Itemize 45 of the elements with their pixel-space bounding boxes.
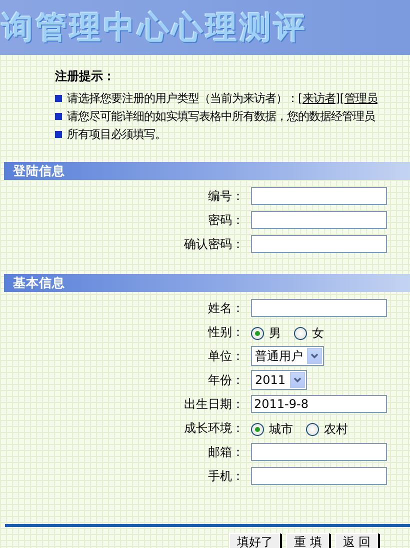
dropdown[interactable]: 2011 (251, 370, 307, 390)
field-label: 姓名： (207, 300, 245, 316)
radio-label: 男 (269, 325, 281, 342)
field-label: 确认密码： (183, 236, 245, 252)
radio-button[interactable] (306, 423, 319, 436)
text-field[interactable] (251, 211, 387, 229)
tip-text: 请选择您要注册的用户类型（当前为来访者）：[来访者][管理员 (67, 91, 378, 106)
text-field[interactable]: 2011-9-8 (251, 395, 387, 413)
banner-title: 询管理中心心理测评 (0, 8, 308, 48)
form-button[interactable]: 重 填 (286, 533, 330, 548)
form-button[interactable]: 返 回 (334, 533, 379, 548)
chevron-down-icon (290, 372, 305, 388)
section-header: 基本信息 (4, 274, 410, 292)
chevron-down-icon (307, 348, 322, 364)
text-field[interactable] (251, 443, 387, 461)
tip-text: 所有项目必须填写。 (67, 127, 166, 142)
link[interactable]: 来访者 (302, 91, 336, 105)
field-label: 出生日期： (183, 396, 245, 412)
radio-label: 农村 (324, 421, 348, 438)
field-label: 年份： (207, 372, 245, 388)
field-label: 性别： (206, 324, 245, 340)
radio-button[interactable] (294, 327, 307, 340)
radio-button[interactable] (251, 423, 264, 436)
radio-button[interactable] (251, 327, 264, 340)
tips-title: 注册提示： (55, 68, 116, 85)
field-label: 手机： (207, 468, 245, 484)
text-field[interactable] (251, 187, 387, 205)
field-label: 成长环境： (183, 420, 245, 436)
bullet-icon (55, 113, 62, 120)
text-field[interactable] (251, 467, 387, 485)
radio-label: 女 (312, 325, 324, 342)
field-label: 单位： (207, 348, 245, 364)
dropdown[interactable]: 普通用户 (251, 346, 324, 366)
field-label: 编号： (207, 188, 245, 204)
bullet-icon (55, 131, 62, 138)
bullet-icon (55, 95, 62, 102)
text-field[interactable] (251, 299, 387, 317)
field-label: 密码： (207, 212, 245, 228)
section-header: 登陆信息 (4, 162, 410, 180)
radio-label: 城市 (269, 421, 293, 438)
field-label: 邮箱： (207, 444, 245, 460)
link[interactable]: 管理员 (344, 91, 378, 105)
form-button[interactable]: 填好了 (229, 533, 281, 548)
text-field[interactable] (251, 235, 387, 253)
tip-text: 请您尽可能详细的如实填写表格中所有数据，您的数据经管理员 (67, 109, 375, 124)
